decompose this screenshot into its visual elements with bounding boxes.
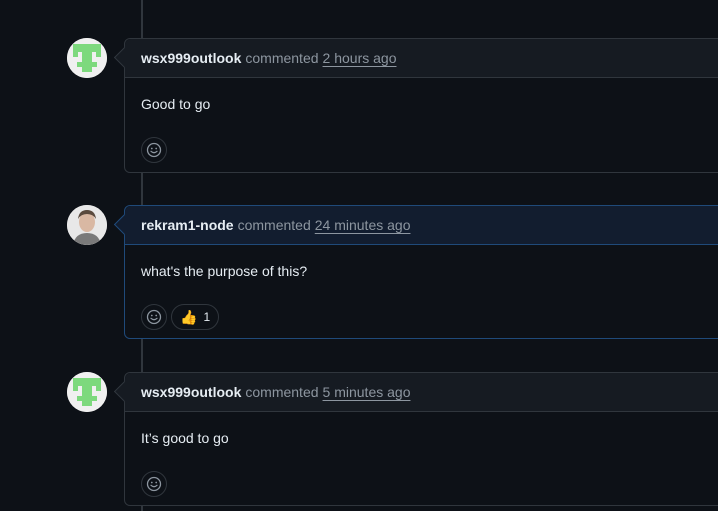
comment-text: Good to go [141, 96, 211, 112]
thumbs-up-reaction-button[interactable]: 👍 1 [171, 304, 220, 330]
comment-header: wsx999outlook commented 5 minutes ago [125, 373, 718, 412]
avatar[interactable] [67, 205, 107, 245]
thumbs-up-icon: 👍 [180, 308, 198, 325]
reaction-count: 1 [203, 310, 211, 324]
smiley-icon [146, 142, 162, 158]
reactions-bar [141, 452, 718, 506]
comment-verb: commented [245, 384, 319, 400]
timestamp-link[interactable]: 2 hours ago [323, 50, 397, 66]
comment-body: what's the purpose of this? 👍 1 [125, 245, 718, 339]
comment-body: It’s good to go [125, 412, 718, 506]
comment-text: It’s good to go [141, 430, 229, 446]
portrait-icon [67, 205, 107, 245]
reactions-bar: 👍 1 [141, 285, 718, 339]
comment-text: what's the purpose of this? [141, 263, 308, 279]
identicon-icon [67, 38, 107, 78]
add-reaction-button[interactable] [141, 137, 167, 163]
reactions-bar [141, 118, 718, 172]
timeline: wsx999outlook commented 2 hours ago Good… [0, 0, 718, 511]
add-reaction-button[interactable] [141, 304, 167, 330]
author-link[interactable]: rekram1-node [141, 217, 234, 233]
comment-header: wsx999outlook commented 2 hours ago [125, 39, 718, 78]
comment-verb: commented [237, 217, 311, 233]
smiley-icon [146, 309, 162, 325]
comment-header: rekram1-node commented 24 minutes ago [125, 206, 718, 245]
author-link[interactable]: wsx999outlook [141, 50, 241, 66]
avatar[interactable] [67, 38, 107, 78]
author-link[interactable]: wsx999outlook [141, 384, 241, 400]
timestamp-link[interactable]: 24 minutes ago [315, 217, 411, 233]
comment-box: wsx999outlook commented 2 hours ago Good… [113, 38, 718, 173]
comment-verb: commented [245, 50, 319, 66]
add-reaction-button[interactable] [141, 471, 167, 497]
comment-body: Good to go [125, 78, 718, 172]
smiley-icon [146, 476, 162, 492]
comment-box: rekram1-node commented 24 minutes ago wh… [113, 205, 718, 339]
timestamp-link[interactable]: 5 minutes ago [323, 384, 411, 400]
avatar[interactable] [67, 372, 107, 412]
identicon-icon [67, 372, 107, 412]
comment-box: wsx999outlook commented 5 minutes ago It… [113, 372, 718, 506]
